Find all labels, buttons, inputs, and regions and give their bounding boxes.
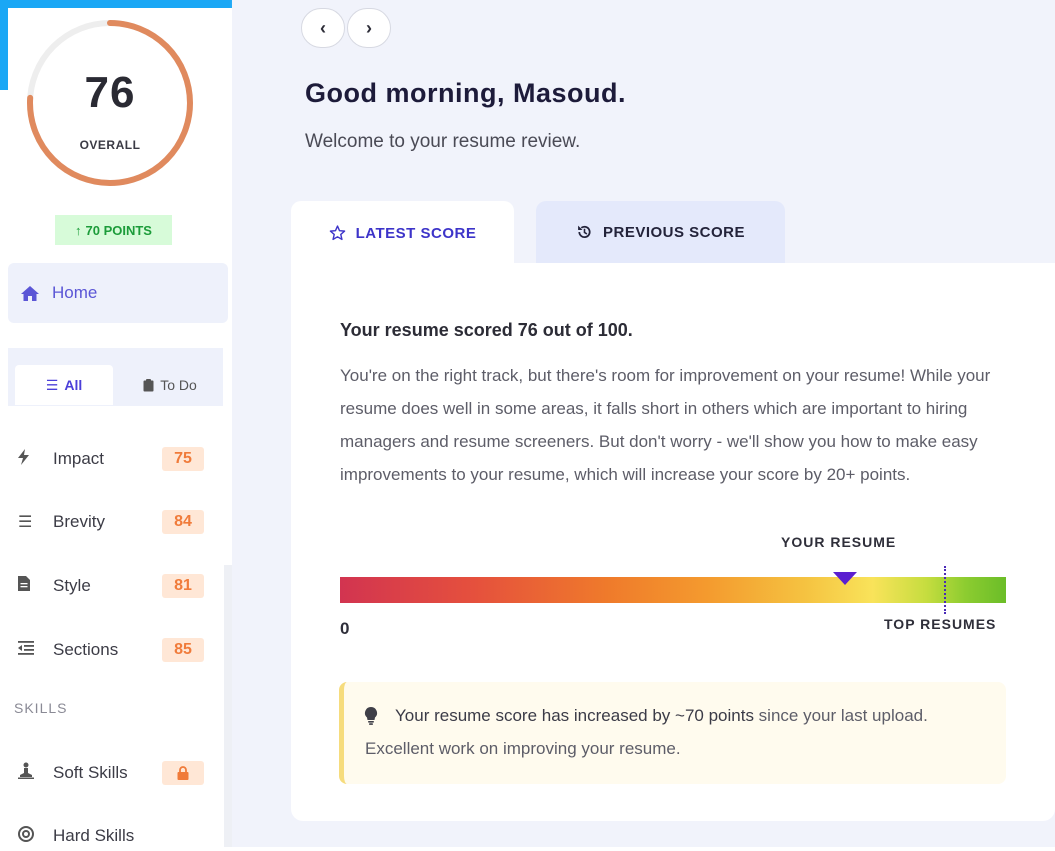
outdent-icon bbox=[18, 640, 48, 660]
sidebar: 76 OVERALL ↑ 70 POINTS Home ☰ All To Do … bbox=[0, 0, 270, 847]
chevron-left-icon: ‹ bbox=[320, 17, 326, 38]
tab-previous-score[interactable]: PREVIOUS SCORE bbox=[536, 201, 785, 263]
sidebar-item-brevity[interactable]: ☰ Brevity 84 bbox=[18, 507, 204, 537]
sidebar-item-style[interactable]: Style 81 bbox=[18, 571, 204, 601]
person-meditate-icon bbox=[18, 762, 48, 784]
tab-label: LATEST SCORE bbox=[355, 224, 477, 242]
history-icon bbox=[578, 225, 591, 238]
arrow-up-icon: ↑ bbox=[75, 222, 82, 238]
points-change-badge: ↑ 70 POINTS bbox=[55, 215, 172, 245]
overall-score-label: OVERALL bbox=[79, 138, 141, 152]
sidebar-item-impact[interactable]: Impact 75 bbox=[18, 444, 204, 474]
tip-callout: Your resume score has increased by ~70 p… bbox=[339, 682, 1006, 784]
sidebar-accent-bar bbox=[0, 0, 270, 8]
top-resumes-label: TOP RESUMES bbox=[884, 616, 997, 632]
score-heading: Your resume scored 76 out of 100. bbox=[340, 320, 633, 340]
clipboard-icon bbox=[143, 378, 154, 391]
your-resume-marker bbox=[833, 572, 857, 585]
sidebar-scrollbar[interactable] bbox=[224, 565, 232, 847]
filter-tabs: ☰ All To Do bbox=[8, 348, 223, 406]
top-resumes-threshold-line bbox=[944, 566, 946, 614]
bar-min-label: 0 bbox=[340, 619, 350, 638]
home-icon bbox=[21, 285, 39, 301]
welcome-subtitle: Welcome to your resume review. bbox=[305, 131, 581, 152]
sidebar-item-label: Hard Skills bbox=[53, 826, 135, 845]
score-badge: 81 bbox=[162, 574, 204, 598]
score-card: Your resume scored 76 out of 100. You're… bbox=[291, 263, 1055, 821]
tab-latest-score[interactable]: LATEST SCORE bbox=[291, 201, 514, 265]
sidebar-item-label: Home bbox=[52, 283, 98, 302]
sidebar-item-soft-skills[interactable]: Soft Skills bbox=[18, 758, 204, 788]
star-icon bbox=[329, 225, 345, 241]
score-description: You're on the right track, but there's r… bbox=[340, 366, 991, 484]
sidebar-accent-edge bbox=[0, 0, 8, 90]
bolt-icon bbox=[18, 448, 48, 470]
sidebar-item-label: Sections bbox=[53, 640, 119, 659]
filter-tab-all[interactable]: ☰ All bbox=[15, 365, 113, 405]
target-icon bbox=[18, 825, 48, 847]
sidebar-item-label: Style bbox=[53, 576, 91, 595]
back-button[interactable]: ‹ bbox=[301, 8, 345, 48]
filter-tab-label: All bbox=[64, 377, 83, 393]
tip-text: Your resume score has increased by ~70 p… bbox=[365, 699, 985, 765]
chevron-right-icon: › bbox=[366, 17, 372, 38]
sidebar-item-label: Soft Skills bbox=[53, 763, 128, 782]
sidebar-item-sections[interactable]: Sections 85 bbox=[18, 635, 204, 665]
forward-button[interactable]: › bbox=[347, 8, 391, 48]
your-resume-label: YOUR RESUME bbox=[781, 534, 897, 550]
file-icon bbox=[18, 576, 48, 596]
score-badge: 85 bbox=[162, 638, 204, 662]
filter-tab-todo[interactable]: To Do bbox=[120, 365, 220, 405]
lock-badge bbox=[162, 761, 204, 785]
main-content: ‹ › Good morning, Masoud. Welcome to you… bbox=[232, 0, 1055, 847]
greeting-title: Good morning, Masoud. bbox=[305, 78, 626, 108]
score-badge: 84 bbox=[162, 510, 204, 534]
points-change-text: 70 POINTS bbox=[85, 222, 152, 238]
overall-score-value: 76 bbox=[84, 68, 136, 117]
filter-tab-label: To Do bbox=[160, 377, 197, 393]
tab-label: PREVIOUS SCORE bbox=[602, 223, 746, 241]
sidebar-item-label: Impact bbox=[53, 449, 105, 468]
list-icon: ☰ bbox=[18, 514, 33, 531]
sidebar-item-label: Brevity bbox=[53, 512, 105, 531]
lock-icon bbox=[177, 766, 189, 780]
sidebar-item-home[interactable]: Home bbox=[8, 263, 228, 323]
list-icon: ☰ bbox=[45, 376, 59, 393]
score-gradient-bar bbox=[340, 577, 1006, 603]
tip-highlight: Your resume score has increased by ~70 p… bbox=[395, 706, 754, 725]
skills-heading: SKILLS bbox=[14, 700, 68, 716]
score-badge: 75 bbox=[162, 447, 204, 471]
